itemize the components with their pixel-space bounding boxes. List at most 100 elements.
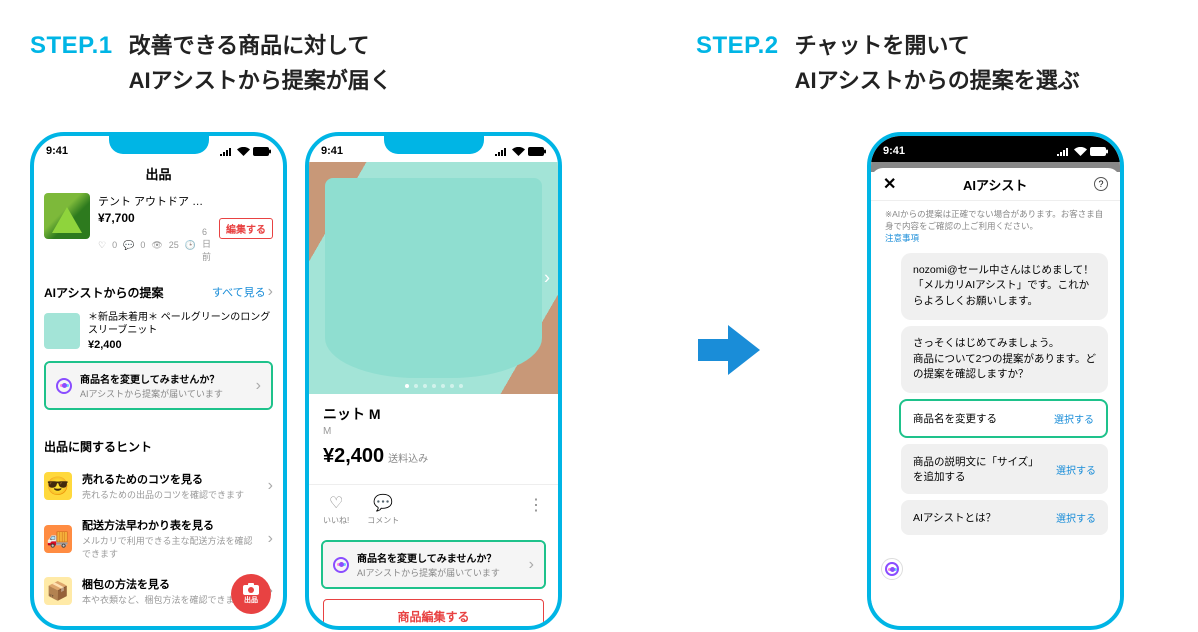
chat-option[interactable]: 商品の説明文に「サイズ」を追加する 選択する xyxy=(901,444,1108,494)
product-name: テント アウトドア キャ… xyxy=(98,193,211,209)
wifi-icon xyxy=(237,147,250,156)
phone-ai-chat: 9:41 ✕ AIアシスト ? ※AIからの提案は正確でない場合があります。お客… xyxy=(867,132,1124,630)
phone-listing-screen: 9:41 出品 テント アウトドア キャ… ¥7,700 ♡0 💬0 👁25 🕒… xyxy=(30,132,287,630)
close-icon[interactable]: ✕ xyxy=(883,174,896,194)
disclaimer-text: ※AIからの提案は正確でない場合があります。お客さま自身で内容をご確認の上ご利用… xyxy=(871,201,1120,247)
status-icons xyxy=(220,147,271,156)
step1-text: 改善できる商品に対して AIアシストから提案が届く xyxy=(129,28,392,98)
hint-icon: 🚚 xyxy=(44,525,72,553)
signal-icon xyxy=(1057,147,1071,156)
notch xyxy=(943,136,1049,156)
chat-header: ✕ AIアシスト ? xyxy=(871,168,1120,201)
phone-product-detail: 9:41 › ニット M M ¥2,400送料込み ♡いいね! 💬コメント ⋮ … xyxy=(305,132,562,630)
comment-icon: 💬 xyxy=(373,493,393,513)
status-icons xyxy=(1057,147,1108,156)
option-label: 商品名を変更する xyxy=(913,411,997,426)
more-icon[interactable]: ⋮ xyxy=(528,493,544,515)
hints-title: 出品に関するヒント xyxy=(34,416,283,463)
knit-sweater xyxy=(325,178,542,378)
edit-product-button[interactable]: 商品編集する xyxy=(323,599,544,630)
chevron-right-icon: › xyxy=(268,477,273,495)
suggestion-name: ＊新品未着用＊ ペールグリーンのロングスリーブニット xyxy=(88,311,273,337)
hint-icon: 📦 xyxy=(44,577,72,605)
camera-icon xyxy=(243,583,259,595)
chat-title: AIアシスト xyxy=(963,175,1027,194)
hint-subtitle: メルカリで利用できる主な配送方法を確認できます xyxy=(82,534,258,560)
next-image-icon[interactable]: › xyxy=(544,268,550,289)
product-thumbnail xyxy=(44,193,90,239)
hint-title: 売れるためのコツを見る xyxy=(82,471,258,487)
chat-option[interactable]: 商品名を変更する 選択する xyxy=(899,399,1108,438)
chevron-right-icon: › xyxy=(529,556,534,574)
hint-title: 配送方法早わかり表を見る xyxy=(82,517,258,533)
ai-suggestion-banner[interactable]: 商品名を変更してみませんか？ AIアシストから提案が届いています › xyxy=(321,540,546,589)
hint-subtitle: 売れるための出品のコツを確認できます xyxy=(82,488,258,501)
chat-bubble: nozomi@セール中さんはじめまして！「メルカリAIアシスト」です。これからよ… xyxy=(901,253,1108,320)
chat-option[interactable]: AIアシストとは？ 選択する xyxy=(901,500,1108,535)
suggestion-section-header: AIアシストからの提案 すべて見る› xyxy=(34,267,283,307)
option-label: AIアシストとは？ xyxy=(913,510,996,525)
suggestion-thumbnail xyxy=(44,313,80,349)
carousel-dots xyxy=(309,384,558,388)
product-hero-image[interactable]: › xyxy=(309,162,558,394)
action-row: ♡いいね! 💬コメント ⋮ xyxy=(309,484,558,534)
camera-fab[interactable]: 出品 xyxy=(231,574,271,614)
hint-icon: 😎 xyxy=(44,472,72,500)
product-stats: ♡0 💬0 👁25 🕒6日前 xyxy=(98,227,211,263)
ai-assist-icon xyxy=(56,378,72,394)
page-title: 出品 xyxy=(34,162,283,189)
option-label: 商品の説明文に「サイズ」を追加する xyxy=(913,454,1048,484)
arrow-right-icon xyxy=(698,325,760,375)
signal-icon xyxy=(220,147,234,156)
section-title: AIアシストからの提案 xyxy=(44,284,164,301)
like-button[interactable]: ♡いいね! xyxy=(323,493,349,526)
select-link[interactable]: 選択する xyxy=(1056,462,1096,477)
product-row[interactable]: テント アウトドア キャ… ¥7,700 ♡0 💬0 👁25 🕒6日前 編集する xyxy=(34,189,283,267)
step2-text: チャットを開いて AIアシストからの提案を選ぶ xyxy=(795,28,1080,98)
help-icon[interactable]: ? xyxy=(1094,177,1108,191)
ai-suggestion-banner[interactable]: 商品名を変更してみませんか？ AIアシストから提案が届いています › xyxy=(44,361,273,410)
edit-button[interactable]: 編集する xyxy=(219,218,273,239)
hint-row[interactable]: 🚚 配送方法早わかり表を見るメルカリで利用できる主な配送方法を確認できます › xyxy=(34,509,283,568)
heart-icon: ♡ xyxy=(98,240,106,251)
banner-title: 商品名を変更してみませんか？ xyxy=(80,371,248,386)
chevron-right-icon: › xyxy=(256,377,261,395)
status-icons xyxy=(495,147,546,156)
battery-icon xyxy=(1090,147,1108,156)
signal-icon xyxy=(495,147,509,156)
fab-label: 出品 xyxy=(244,595,258,605)
eye-icon: 👁 xyxy=(151,240,162,251)
heart-icon: ♡ xyxy=(329,493,343,513)
comment-button[interactable]: 💬コメント xyxy=(367,493,399,526)
product-title: ニット M xyxy=(323,404,544,424)
banner-subtitle: AIアシストから提案が届いています xyxy=(80,387,248,400)
ai-assist-icon xyxy=(333,557,349,573)
select-link[interactable]: 選択する xyxy=(1054,411,1094,426)
battery-icon xyxy=(528,147,546,156)
step1-label: STEP.1 xyxy=(30,32,113,60)
banner-title: 商品名を変更してみませんか？ xyxy=(357,550,521,565)
step1-header: STEP.1 改善できる商品に対して AIアシストから提案が届く xyxy=(30,28,392,98)
see-all-link[interactable]: すべて見る› xyxy=(212,283,273,301)
comment-icon: 💬 xyxy=(123,240,134,251)
suggestion-row[interactable]: ＊新品未着用＊ ペールグリーンのロングスリーブニット ¥2,400 xyxy=(34,307,283,355)
status-time: 9:41 xyxy=(321,145,343,157)
hint-row[interactable]: 😎 売れるためのコツを見る売れるための出品のコツを確認できます › xyxy=(34,463,283,509)
product-size: M xyxy=(323,426,544,437)
battery-icon xyxy=(253,147,271,156)
status-time: 9:41 xyxy=(883,145,905,157)
suggestion-price: ¥2,400 xyxy=(88,339,273,351)
step2-header: STEP.2 チャットを開いて AIアシストからの提案を選ぶ xyxy=(696,28,1080,98)
select-link[interactable]: 選択する xyxy=(1056,510,1096,525)
chevron-right-icon: › xyxy=(268,283,273,301)
chat-bubble: さっそくはじめてみましょう。 商品について2つの提案があります。どの提案を確認し… xyxy=(901,326,1108,393)
clock-icon: 🕒 xyxy=(185,240,196,251)
notch xyxy=(109,136,209,154)
ai-assist-icon xyxy=(885,562,899,576)
wifi-icon xyxy=(512,147,525,156)
wifi-icon xyxy=(1074,147,1087,156)
notch xyxy=(384,136,484,154)
product-price: ¥7,700 xyxy=(98,211,211,225)
notice-link[interactable]: 注意事項 xyxy=(885,233,919,243)
product-info: テント アウトドア キャ… ¥7,700 ♡0 💬0 👁25 🕒6日前 xyxy=(98,193,211,263)
